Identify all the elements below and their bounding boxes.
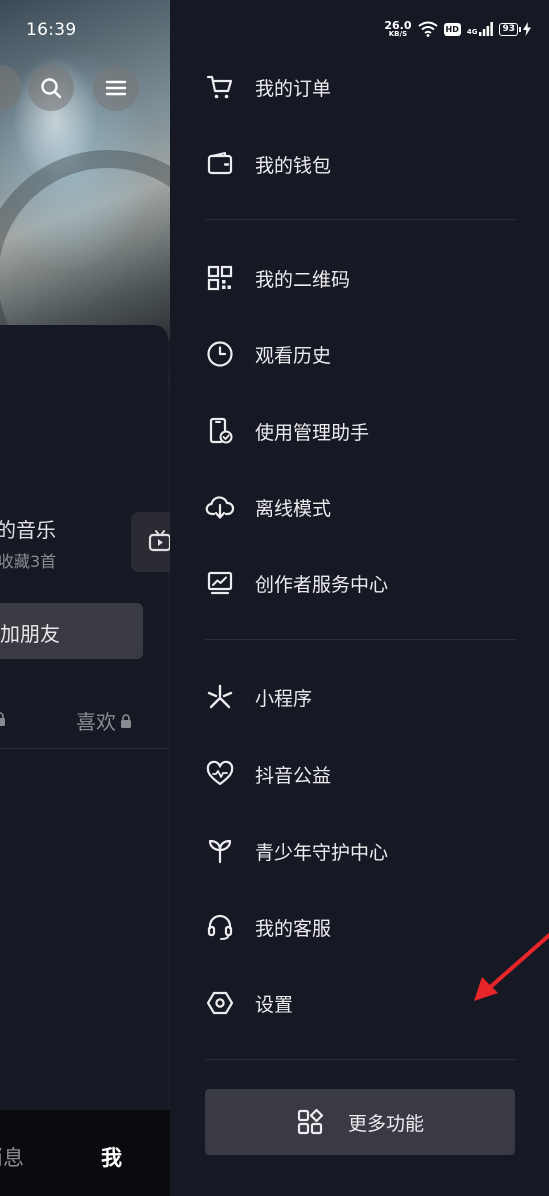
lock-icon [121,713,131,728]
menu-item-label: 我的钱包 [255,154,332,177]
status-icons: 26.0 KB/S HD 4G 93 [384,20,531,38]
wallet-icon [205,149,235,179]
menu-item-youth-protection[interactable]: 青少年守护中心 [205,826,525,876]
heart-chart-icon [205,759,235,789]
charging-icon [523,22,531,36]
menu-item-qrcode[interactable]: 我的二维码 [205,253,525,303]
menu-item-creator-center[interactable]: 创作者服务中心 [205,558,525,608]
menu-item-label: 使用管理助手 [255,421,370,444]
cloud-download-icon [205,492,235,522]
profile-cover-image [0,0,170,406]
clock-icon [205,339,235,369]
tab-like-label: 喜欢 [76,710,116,734]
menu-item-orders[interactable]: 我的订单 [205,62,525,112]
phone-check-icon [205,416,235,446]
status-time: 16:39 [26,20,77,40]
sprout-icon [205,836,235,866]
side-drawer: 26.0 KB/S HD 4G 93 我的订单 我的钱包 我的二维码 观看历史 … [170,0,549,1196]
menu-item-label: 抖音公益 [255,764,332,787]
more-features-button[interactable]: 更多功能 [205,1089,515,1155]
annotation-arrow-icon [474,932,549,1001]
menu-item-label: 我的订单 [255,77,332,100]
apps-grid-icon [296,1108,324,1136]
menu-item-mini-programs[interactable]: 小程序 [205,672,525,722]
menu-divider [205,219,516,220]
menu-divider [205,1059,516,1060]
profile-card [0,325,168,1196]
menu-item-label: 小程序 [255,687,313,710]
mini-program-icon [205,682,235,712]
network-speed: 26.0 KB/S [384,19,412,38]
menu-item-offline-mode[interactable]: 离线模式 [205,482,525,532]
lock-icon [0,712,6,726]
menu-item-label: 离线模式 [255,497,332,520]
more-features-label: 更多功能 [347,1112,424,1135]
search-icon [41,78,62,99]
add-friend-label: 添加朋友 [0,622,60,646]
tv-button[interactable] [131,512,170,572]
hd-badge: HD [443,22,461,36]
menu-item-watch-history[interactable]: 观看历史 [205,329,525,379]
chart-monitor-icon [205,568,235,598]
tv-play-icon [148,530,170,552]
menu-item-charity[interactable]: 抖音公益 [205,749,525,799]
nav-message[interactable]: 消息 [0,1142,24,1172]
tab-divider [0,748,170,749]
search-button[interactable] [28,65,74,111]
headset-icon [205,912,235,942]
wifi-icon [417,21,438,37]
add-friend-button[interactable]: 添加朋友 [0,603,143,659]
menu-item-label: 创作者服务中心 [255,573,389,596]
menu-item-label: 青少年守护中心 [255,841,389,864]
background-profile-page: 16:39 我的音乐 已收藏3首 添加朋友 喜欢 消息 [0,0,170,1196]
signal-icon: 4G [467,22,494,36]
cart-icon [205,72,235,102]
qrcode-icon [205,263,235,293]
settings-hexagon-icon [205,988,235,1018]
my-music-subtitle: 已收藏3首 [0,552,57,571]
bottom-navigation [0,1110,170,1196]
tab-like[interactable]: 喜欢 [76,706,132,735]
menu-button[interactable] [93,65,139,111]
menu-item-label: 观看历史 [255,344,332,367]
menu-item-wallet[interactable]: 我的钱包 [205,139,525,189]
hamburger-icon [105,80,127,96]
menu-item-usage-assistant[interactable]: 使用管理助手 [205,406,525,456]
menu-item-label: 我的二维码 [255,268,351,291]
menu-divider [205,639,516,640]
nav-me[interactable]: 我 [101,1142,122,1172]
battery-icon: 93 [499,22,531,36]
menu-item-label: 设置 [255,993,294,1016]
menu-item-label: 我的客服 [255,917,332,940]
my-music-title[interactable]: 我的音乐 [0,514,56,543]
